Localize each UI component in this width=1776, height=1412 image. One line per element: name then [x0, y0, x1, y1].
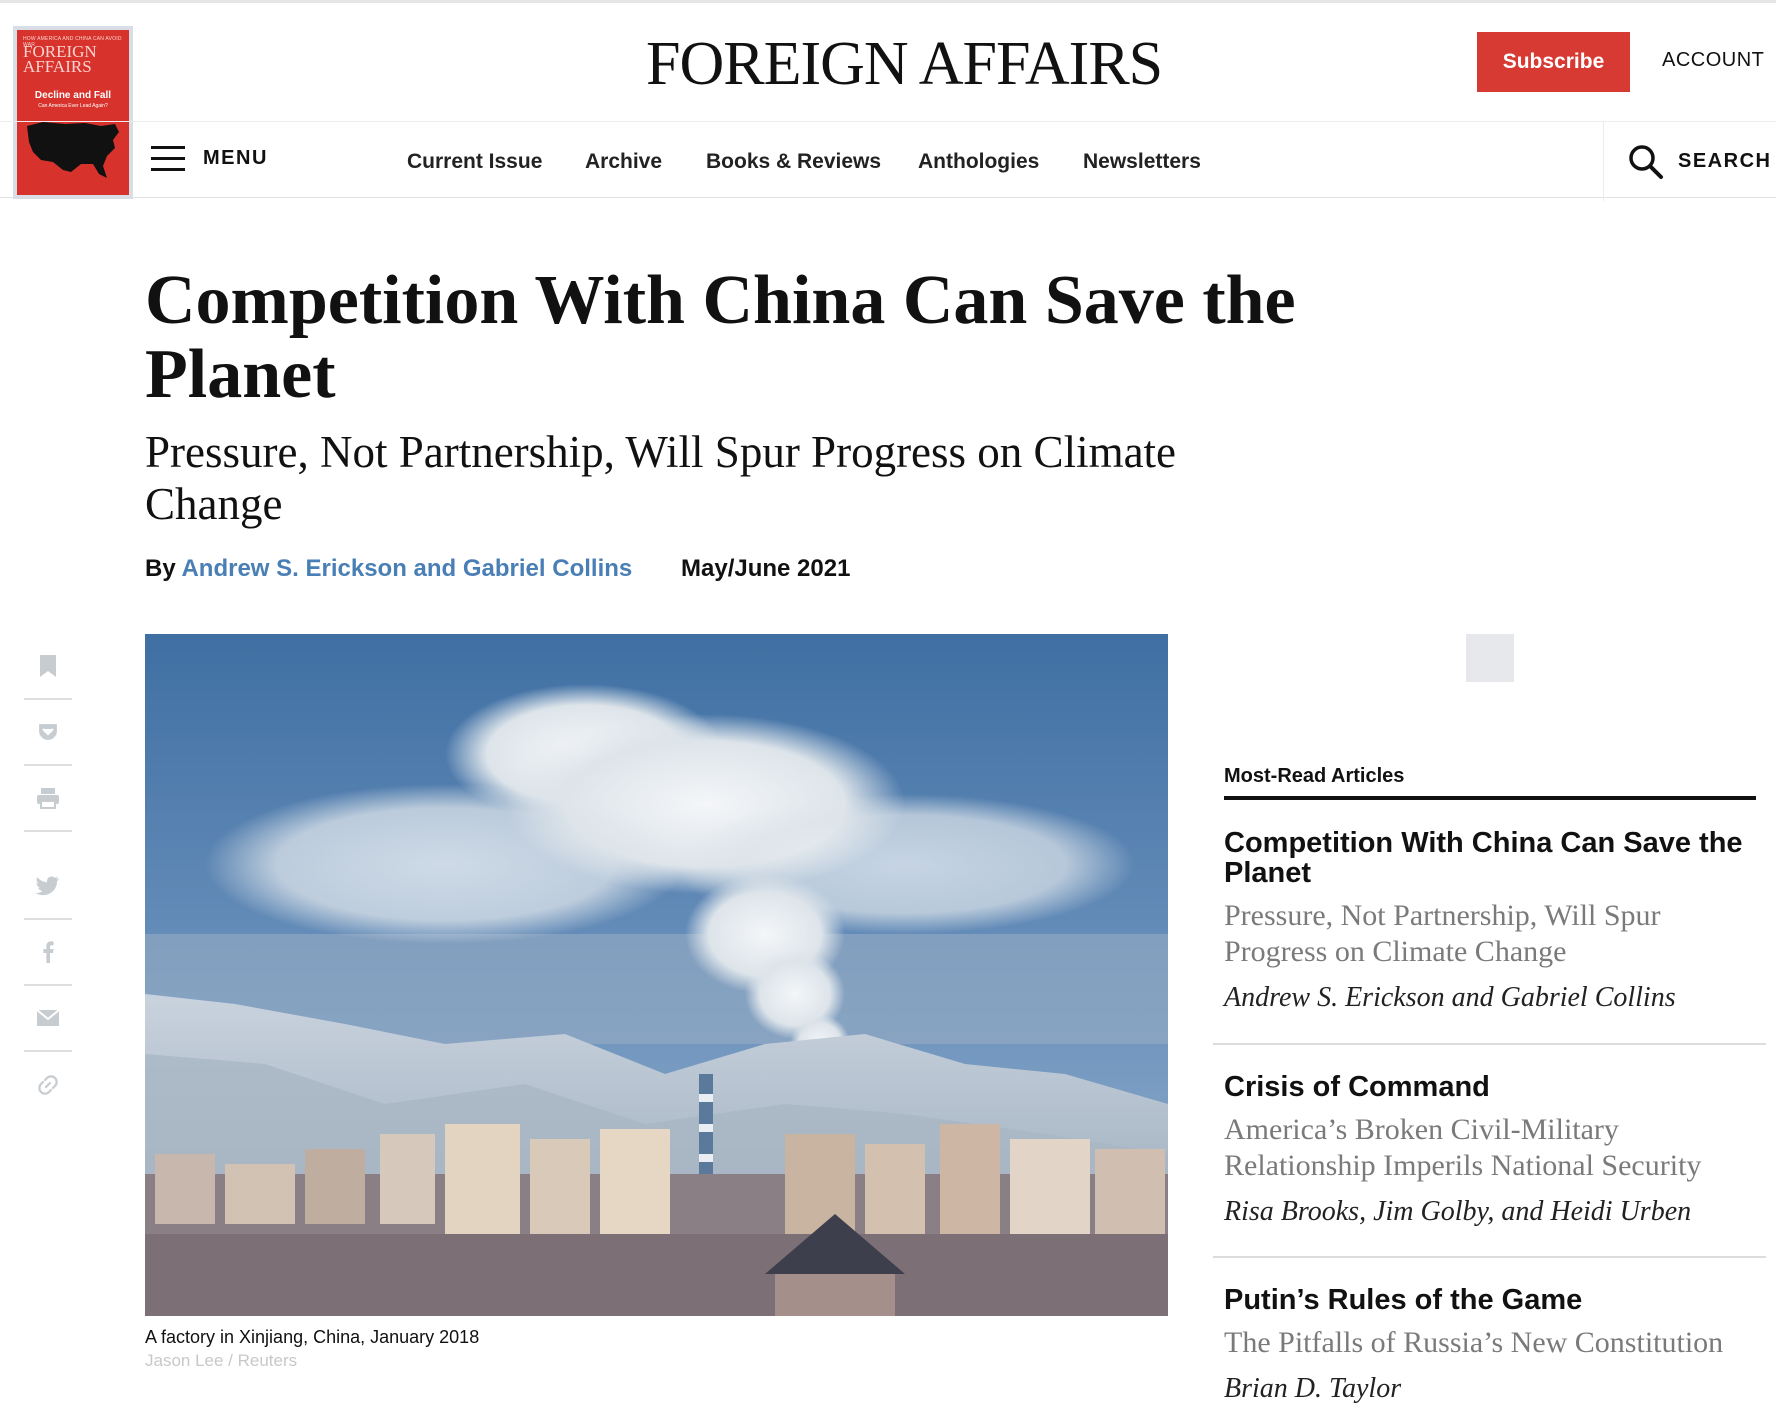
most-read-title[interactable]: Crisis of Command — [1224, 1072, 1764, 1102]
copy-link-button[interactable] — [24, 1052, 72, 1118]
nav-books-reviews[interactable]: Books & Reviews — [706, 150, 881, 174]
factory-smokestack-photo — [145, 634, 1168, 1316]
most-read-dek: The Pitfalls of Russia’s New Constitutio… — [1224, 1326, 1724, 1359]
article-title: Competition With China Can Save the Plan… — [145, 262, 1296, 413]
nav-archive[interactable]: Archive — [585, 150, 662, 174]
most-read-dek: Pressure, Not Partnership, Will Spur Pro… — [1224, 899, 1661, 968]
most-read-author: Risa Brooks, Jim Golby, and Heidi Urben — [1224, 1196, 1692, 1227]
most-read-author: Brian D. Taylor — [1224, 1373, 1402, 1404]
byline: By Andrew S. Erickson and Gabriel Collin… — [145, 555, 632, 583]
search-label: SEARCH — [1678, 150, 1772, 172]
issue-date[interactable]: May/June 2021 — [681, 555, 850, 583]
most-read-rule — [1224, 796, 1756, 800]
nav-anthologies[interactable]: Anthologies — [918, 150, 1039, 174]
image-caption: A factory in Xinjiang, China, January 20… — [145, 1327, 480, 1347]
menu-label: MENU — [203, 146, 268, 169]
cover-masthead: FOREIGN AFFAIRS — [23, 42, 97, 76]
byline-prefix: By — [145, 555, 176, 582]
most-read-title[interactable]: Putin’s Rules of the Game — [1224, 1285, 1764, 1315]
search-icon — [1629, 144, 1663, 179]
pocket-icon — [37, 722, 59, 742]
pocket-button[interactable] — [24, 700, 72, 766]
image-credit: Jason Lee / Reuters — [145, 1351, 298, 1370]
facebook-share-button[interactable] — [24, 920, 72, 986]
most-read-item[interactable]: Putin’s Rules of the Game The Pitfalls o… — [1224, 1285, 1764, 1405]
twitter-icon — [36, 876, 59, 896]
cover-title: Decline and Fall — [34, 90, 112, 101]
facebook-icon — [43, 941, 54, 963]
link-icon — [38, 1075, 58, 1095]
site-logo[interactable]: FOREIGN AFFAIRS — [646, 29, 1163, 100]
share-rail — [24, 634, 72, 1118]
most-read-item[interactable]: Crisis of Command America’s Broken Civil… — [1224, 1072, 1764, 1228]
divider — [1213, 1043, 1766, 1045]
bookmark-icon — [40, 655, 56, 677]
account-link[interactable]: ACCOUNT — [1662, 49, 1764, 72]
most-read-title[interactable]: Competition With China Can Save the Plan… — [1224, 828, 1764, 888]
hero-image — [145, 634, 1168, 1316]
most-read-author: Andrew S. Erickson and Gabriel Collins — [1224, 982, 1676, 1013]
most-read-dek: America’s Broken Civil-Military Relation… — [1224, 1113, 1702, 1182]
author-link[interactable]: Andrew S. Erickson and Gabriel Collins — [181, 555, 632, 582]
ad-placeholder — [1466, 634, 1514, 682]
email-share-button[interactable] — [24, 986, 72, 1052]
twitter-share-button[interactable] — [24, 854, 72, 920]
nav-newsletters[interactable]: Newsletters — [1083, 150, 1201, 174]
main-nav: MENU Current Issue Archive Books & Revie… — [0, 121, 1776, 201]
divider — [1213, 1256, 1766, 1258]
menu-button[interactable]: MENU — [151, 144, 268, 172]
site-header: HOW AMERICA AND CHINA CAN AVOID WAR FORE… — [0, 3, 1776, 201]
print-button[interactable] — [24, 766, 72, 832]
most-read-heading: Most-Read Articles — [1224, 765, 1405, 787]
cover-subtitle: Can America Ever Lead Again? — [38, 103, 108, 109]
email-icon — [36, 1009, 60, 1026]
nav-current-issue[interactable]: Current Issue — [407, 150, 542, 174]
bookmark-button[interactable] — [24, 634, 72, 700]
hamburger-icon — [151, 144, 185, 172]
print-icon — [37, 788, 59, 809]
article-dek: Pressure, Not Partnership, Will Spur Pro… — [145, 427, 1177, 529]
subscribe-button[interactable]: Subscribe — [1477, 32, 1630, 92]
search-button[interactable]: SEARCH — [1603, 122, 1776, 201]
most-read-item[interactable]: Competition With China Can Save the Plan… — [1224, 828, 1764, 1014]
